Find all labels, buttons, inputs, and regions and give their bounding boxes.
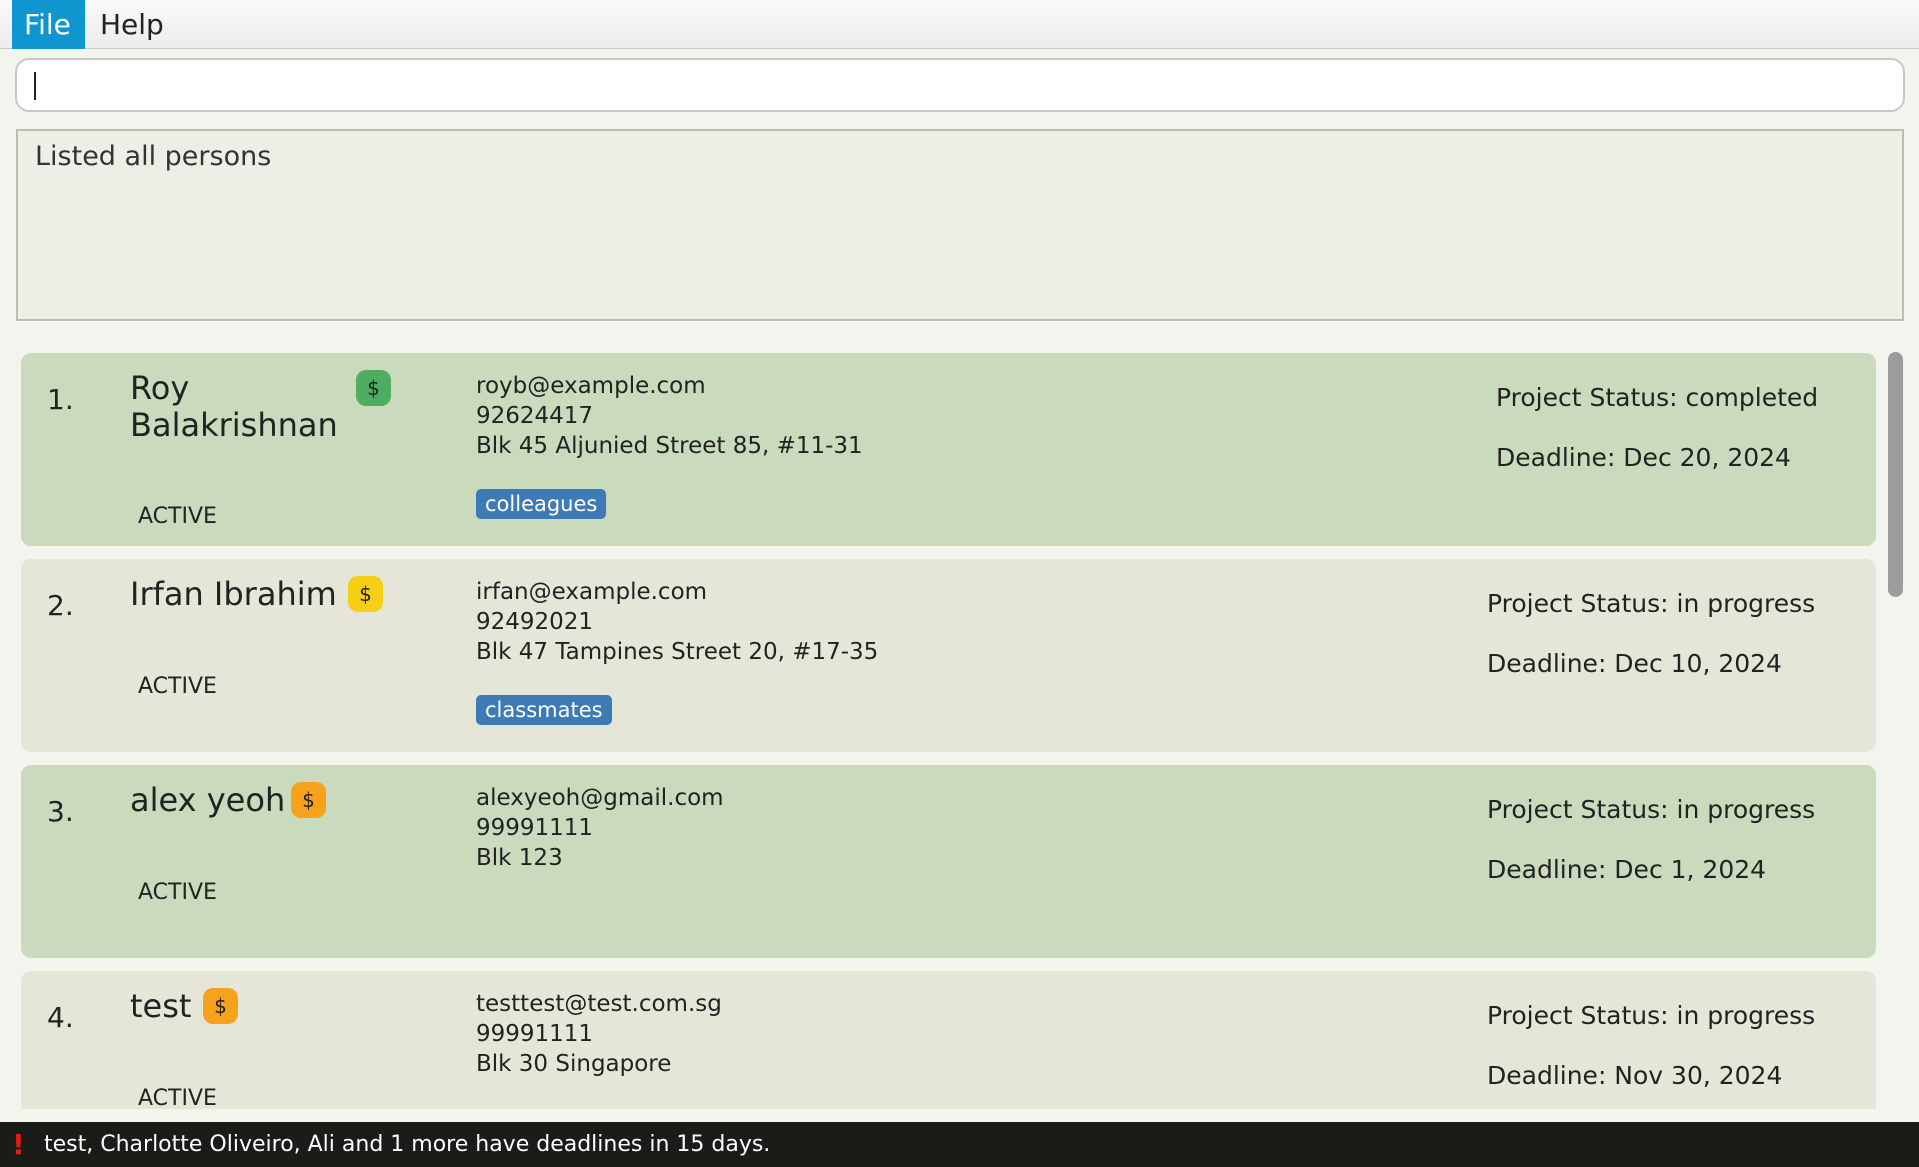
person-address: Blk 30 Singapore xyxy=(476,1051,672,1077)
card-index: 3. xyxy=(47,795,74,828)
project-status: Project Status: in progress xyxy=(1487,1001,1816,1030)
person-email: testtest@test.com.sg xyxy=(476,991,722,1017)
person-email: alexyeoh@gmail.com xyxy=(476,785,724,811)
person-card[interactable]: 1. Roy Balakrishnan $ ACTIVE royb@exampl… xyxy=(21,353,1876,546)
person-list[interactable]: 1. Roy Balakrishnan $ ACTIVE royb@exampl… xyxy=(0,339,1919,1109)
result-display: Listed all persons xyxy=(16,129,1904,321)
payment-badge-icon: $ xyxy=(348,576,383,612)
person-phone: 99991111 xyxy=(476,815,594,841)
project-status: Project Status: completed xyxy=(1496,383,1819,412)
deadline-notice: test, Charlotte Oliveiro, Ali and 1 more… xyxy=(44,1132,771,1157)
person-details: royb@example.com 92624417 Blk 45 Aljunie… xyxy=(476,371,863,461)
person-address: Blk 45 Aljunied Street 85, #11-31 xyxy=(476,433,863,459)
project-status: Project Status: in progress xyxy=(1487,795,1816,824)
exclamation-icon: ! xyxy=(12,1128,25,1161)
list-scrollbar[interactable] xyxy=(1888,352,1903,597)
person-phone: 92624417 xyxy=(476,403,594,429)
card-index: 2. xyxy=(47,589,74,622)
file-menu[interactable]: File xyxy=(12,0,85,49)
person-state: ACTIVE xyxy=(138,880,217,905)
card-index: 4. xyxy=(47,1001,74,1034)
person-phone: 99991111 xyxy=(476,1021,594,1047)
app-window: File Help Listed all persons 1. Roy Bala… xyxy=(0,0,1919,1167)
person-name: alex yeoh xyxy=(130,781,286,819)
project-deadline: Deadline: Dec 1, 2024 xyxy=(1487,855,1767,884)
payment-badge-icon: $ xyxy=(203,988,238,1024)
person-name: Roy Balakrishnan xyxy=(130,369,338,444)
person-email: royb@example.com xyxy=(476,373,706,399)
person-address: Blk 123 xyxy=(476,845,563,871)
menu-bar: File Help xyxy=(0,0,1919,49)
person-address: Blk 47 Tampines Street 20, #17-35 xyxy=(476,639,879,665)
person-details: testtest@test.com.sg 99991111 Blk 30 Sin… xyxy=(476,989,722,1079)
project-deadline: Deadline: Nov 30, 2024 xyxy=(1487,1061,1783,1090)
person-email: irfan@example.com xyxy=(476,579,708,605)
person-card[interactable]: 3. alex yeoh $ ACTIVE alexyeoh@gmail.com… xyxy=(21,765,1876,958)
status-bar: ! test, Charlotte Oliveiro, Ali and 1 mo… xyxy=(0,1122,1919,1167)
project-deadline: Deadline: Dec 10, 2024 xyxy=(1487,649,1782,678)
person-phone: 92492021 xyxy=(476,609,594,635)
text-caret xyxy=(34,72,36,100)
person-tag: colleagues xyxy=(476,489,607,519)
person-details: irfan@example.com 92492021 Blk 47 Tampin… xyxy=(476,577,878,667)
payment-badge-icon: $ xyxy=(356,370,391,406)
person-tag: classmates xyxy=(476,695,612,725)
command-input[interactable] xyxy=(15,58,1905,112)
person-name: test xyxy=(130,987,192,1025)
person-state: ACTIVE xyxy=(138,674,217,699)
result-text: Listed all persons xyxy=(35,141,272,172)
help-menu[interactable]: Help xyxy=(88,0,176,49)
card-index: 1. xyxy=(47,383,74,416)
person-card[interactable]: 4. test $ ACTIVE testtest@test.com.sg 99… xyxy=(21,971,1876,1109)
person-card[interactable]: 2. Irfan Ibrahim $ ACTIVE irfan@example.… xyxy=(21,559,1876,752)
project-deadline: Deadline: Dec 20, 2024 xyxy=(1496,443,1791,472)
project-status: Project Status: in progress xyxy=(1487,589,1816,618)
person-state: ACTIVE xyxy=(138,504,217,529)
person-details: alexyeoh@gmail.com 99991111 Blk 123 xyxy=(476,783,724,873)
person-name: Irfan Ibrahim xyxy=(130,575,337,613)
person-state: ACTIVE xyxy=(138,1086,217,1109)
payment-badge-icon: $ xyxy=(291,782,326,818)
